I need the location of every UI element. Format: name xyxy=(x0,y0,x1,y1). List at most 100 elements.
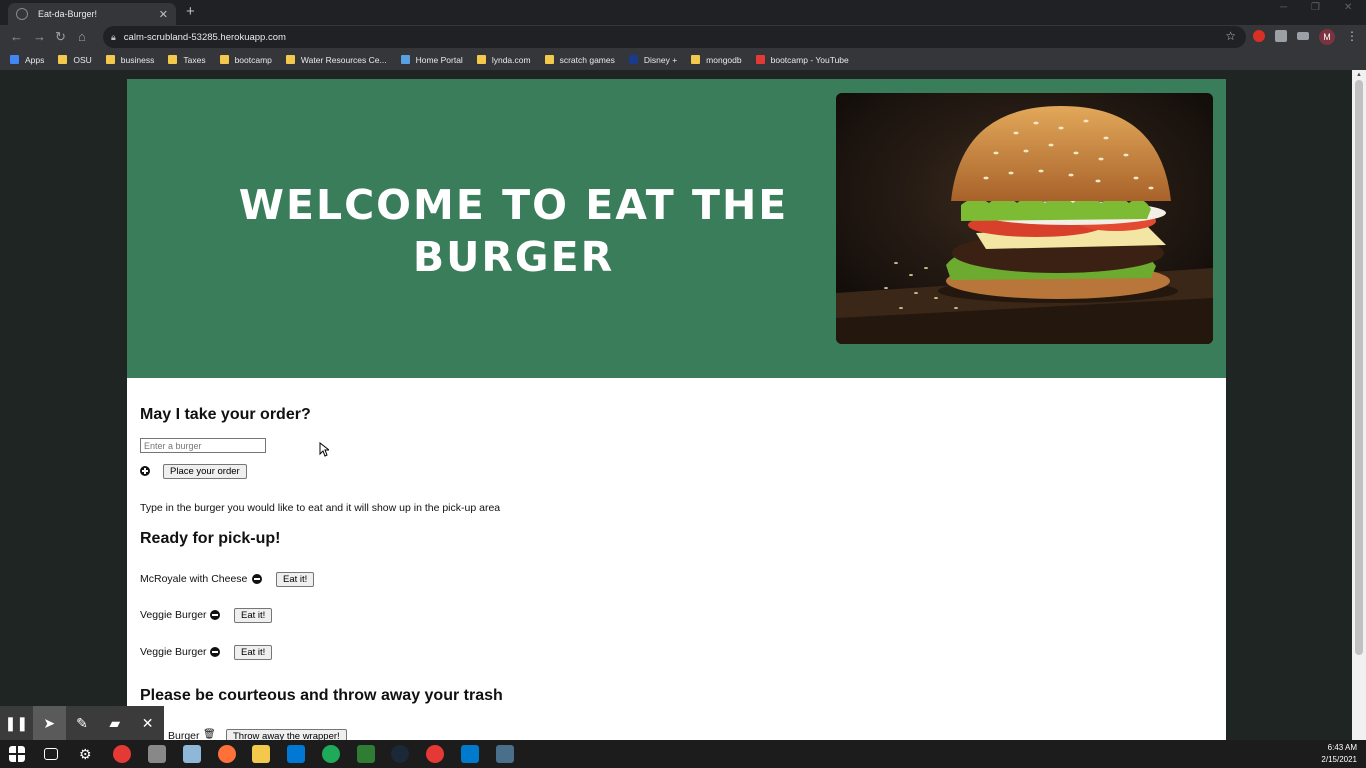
steam-icon[interactable] xyxy=(391,745,409,763)
burger-name-input[interactable] xyxy=(140,438,266,453)
file-explorer-icon[interactable] xyxy=(252,745,270,763)
windows-start-icon[interactable] xyxy=(9,746,25,762)
bookmark-folder-icon xyxy=(628,55,638,64)
bookmark-star-icon[interactable]: ☆ xyxy=(1225,29,1236,43)
page-viewport: WELCOME TO EAT THE BURGER May I take you… xyxy=(0,70,1352,740)
browser-tab[interactable]: Eat-da-Burger! ✕ xyxy=(8,3,176,25)
order-heading: May I take your order? xyxy=(140,406,311,423)
bookmark-item[interactable]: Home Portal xyxy=(400,54,463,65)
app-icon[interactable] xyxy=(322,745,340,763)
minus-circle-icon xyxy=(252,574,262,584)
bookmarks-bar: Apps OSU business Taxes bootcamp Water Resour… xyxy=(0,49,1366,70)
globe-icon xyxy=(16,8,28,20)
app-icon[interactable] xyxy=(496,745,514,763)
burger-illustration xyxy=(836,93,1213,344)
burger-name: Veggie Burger xyxy=(140,609,207,621)
bookmark-item[interactable]: Water Resources Ce... xyxy=(285,54,387,65)
bookmark-folder-icon xyxy=(105,55,115,64)
bookmark-item[interactable]: business xyxy=(105,55,154,65)
pickup-heading: Ready for pick-up! xyxy=(140,530,281,547)
lock-icon: 🔒︎ xyxy=(111,31,116,42)
settings-gear-icon[interactable]: ⚙ xyxy=(79,745,97,763)
vscode-icon[interactable] xyxy=(461,745,479,763)
system-clock[interactable]: 6:43 AM 2/15/2021 xyxy=(1321,742,1357,766)
pause-icon[interactable]: ❚❚ xyxy=(0,706,33,740)
close-icon[interactable]: ✕ xyxy=(131,706,164,740)
throw-away-button[interactable]: Throw away the wrapper! xyxy=(226,729,347,740)
bookmark-item[interactable]: Taxes xyxy=(168,54,206,65)
address-bar[interactable]: 🔒︎ calm-scrubland-53285.herokuapp.com ☆ xyxy=(103,26,1246,48)
bookmark-item[interactable]: bootcamp - YouTube xyxy=(755,54,849,65)
extension-icon[interactable] xyxy=(1253,30,1265,42)
bookmark-folder-icon xyxy=(691,55,701,64)
bookmark-item[interactable]: OSU xyxy=(58,54,92,65)
eat-it-button[interactable]: Eat it! xyxy=(234,608,273,623)
bookmark-item[interactable]: scratch games xyxy=(544,54,615,65)
forward-icon[interactable]: → xyxy=(33,29,46,45)
puzzle-icon[interactable] xyxy=(1275,30,1287,42)
chrome-icon[interactable] xyxy=(426,745,444,763)
close-window-icon[interactable]: ✕ xyxy=(1344,2,1352,13)
minimize-icon[interactable]: ─ xyxy=(1280,2,1287,13)
bookmark-folder-icon xyxy=(400,55,410,64)
bookmark-label: scratch games xyxy=(559,54,615,65)
bookmark-folder-icon xyxy=(58,55,68,64)
bookmark-label: lynda.com xyxy=(491,54,531,65)
chrome-icon[interactable] xyxy=(113,745,131,763)
bookmark-item[interactable]: Disney + xyxy=(628,54,678,65)
burger-name: Veggie Burger xyxy=(140,646,207,658)
bookmark-label: Apps xyxy=(25,54,45,65)
eat-it-button[interactable]: Eat it! xyxy=(276,572,315,587)
outlook-icon[interactable] xyxy=(287,745,305,763)
bookmark-label: Taxes xyxy=(183,54,206,65)
bookmark-label: Water Resources Ce... xyxy=(300,54,387,65)
profile-avatar[interactable]: M xyxy=(1319,29,1335,45)
page-container: WELCOME TO EAT THE BURGER May I take you… xyxy=(127,79,1226,740)
plus-circle-icon xyxy=(140,466,150,476)
media-icon[interactable] xyxy=(1297,32,1309,40)
firefox-icon[interactable] xyxy=(218,745,236,763)
app-icon[interactable] xyxy=(357,745,375,763)
hero-banner: WELCOME TO EAT THE BURGER xyxy=(127,79,1226,378)
bookmark-item[interactable]: mongodb xyxy=(691,54,742,65)
trash-heading: Please be courteous and throw away your … xyxy=(140,687,503,704)
windows-taskbar: ⚙ 6:43 AM 2/15/2021 xyxy=(0,740,1366,768)
home-icon[interactable]: ⌂ xyxy=(78,29,86,45)
task-view-icon[interactable] xyxy=(44,748,58,760)
eraser-icon[interactable]: ▰ xyxy=(98,706,131,740)
bookmark-label: Home Portal xyxy=(415,54,463,65)
scroll-up-icon[interactable]: ▲ xyxy=(1356,72,1362,78)
menu-kebab-icon[interactable]: ⋮ xyxy=(1346,29,1358,43)
new-tab-button[interactable]: + xyxy=(186,3,195,21)
recorder-toolbar: ❚❚ ➤ ✎ ▰ ✕ xyxy=(0,706,164,740)
close-tab-icon[interactable]: ✕ xyxy=(159,8,168,21)
burger-name: McRoyale with Cheese xyxy=(140,573,248,585)
scrollbar-thumb[interactable] xyxy=(1355,80,1363,655)
bookmark-folder-icon xyxy=(476,55,486,64)
reload-icon[interactable]: ↻ xyxy=(55,29,66,45)
burger-image xyxy=(836,93,1213,344)
notepad-icon[interactable] xyxy=(183,745,201,763)
bookmark-item[interactable]: lynda.com xyxy=(476,54,531,65)
bookmark-label: mongodb xyxy=(706,54,742,65)
clock-date: 2/15/2021 xyxy=(1321,755,1357,764)
pen-icon[interactable]: ✎ xyxy=(66,706,99,740)
browser-tab-bar: Eat-da-Burger! ✕ + ─ ❐ ✕ xyxy=(0,0,1366,25)
bookmark-item[interactable]: Apps xyxy=(10,55,44,65)
place-order-button[interactable]: Place your order xyxy=(163,464,247,479)
bookmark-label: Disney + xyxy=(643,54,678,65)
bookmark-item[interactable]: bootcamp xyxy=(219,55,272,65)
trash-icon: 🗑︎ xyxy=(203,729,216,740)
restore-icon[interactable]: ❐ xyxy=(1311,2,1320,13)
pointer-icon[interactable]: ➤ xyxy=(32,706,66,740)
app-icon[interactable] xyxy=(148,745,166,763)
browser-toolbar: ← → ↻ ⌂ 🔒︎ calm-scrubland-53285.herokuap… xyxy=(0,25,1366,49)
page-scrollbar[interactable]: ▲ xyxy=(1352,70,1366,740)
bookmark-label: bootcamp - YouTube xyxy=(770,54,849,65)
tab-title: Eat-da-Burger! xyxy=(38,9,98,19)
bookmark-folder-icon xyxy=(219,55,229,64)
eat-it-button[interactable]: Eat it! xyxy=(234,645,273,660)
bookmark-label: OSU xyxy=(73,54,92,65)
back-icon[interactable]: ← xyxy=(10,29,23,45)
order-hint: Type in the burger you would like to eat… xyxy=(140,502,501,514)
